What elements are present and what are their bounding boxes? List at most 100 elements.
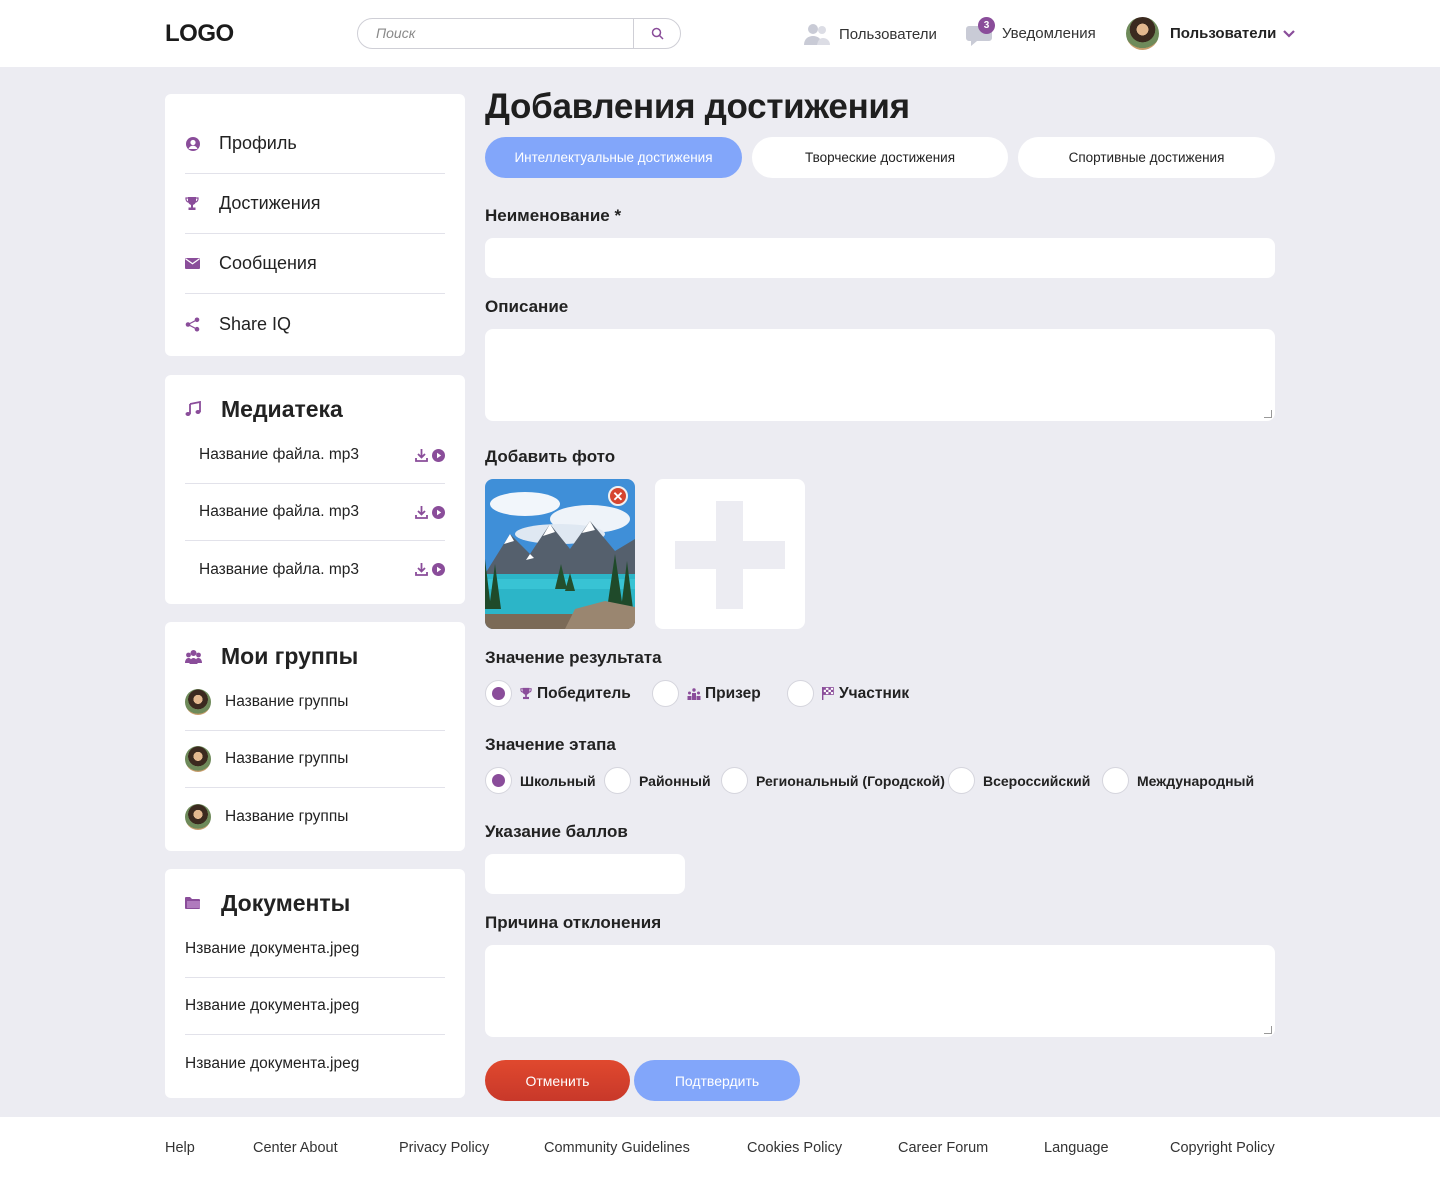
radio-label: Школьный	[520, 772, 596, 789]
confirm-button[interactable]: Подтвердить	[634, 1060, 800, 1101]
media-file-name: Название файла. mp3	[199, 560, 360, 578]
radio-circle[interactable]	[787, 680, 814, 707]
group-icon	[185, 649, 202, 664]
document-item[interactable]: Нзвание документа.jpeg	[185, 921, 445, 978]
radio-label: Участник	[839, 684, 910, 702]
document-item[interactable]: Нзвание документа.jpeg	[185, 978, 445, 1035]
nav-users-label: Пользователи	[839, 25, 937, 43]
chevron-down-icon	[1283, 29, 1296, 38]
group-name: Название группы	[225, 807, 349, 825]
remove-photo-button[interactable]: ✕	[608, 486, 628, 506]
search-icon	[651, 27, 664, 40]
radio-national[interactable]: Всероссийский	[948, 767, 1090, 794]
envelope-icon	[185, 258, 200, 269]
description-label: Описание	[485, 297, 569, 316]
download-icon[interactable]	[415, 563, 428, 576]
play-icon[interactable]	[432, 505, 445, 519]
documents-card: Документы Нзвание документа.jpeg Нзвание…	[165, 869, 465, 1098]
radio-circle[interactable]	[485, 767, 512, 794]
profile-name: Пользователи	[1170, 25, 1277, 42]
radio-label: Победитель	[537, 684, 631, 702]
reject-label: Причина отклонения	[485, 913, 662, 932]
flag-icon	[822, 687, 834, 700]
logo[interactable]: LOGO	[165, 20, 234, 48]
tab-intellectual[interactable]: Интеллектуальные достижения	[485, 137, 742, 178]
radio-prizewinner[interactable]: Призер	[652, 680, 761, 707]
tab-sports[interactable]: Спортивные достижения	[1018, 137, 1275, 178]
sidebar-item-label: Сообщения	[219, 253, 317, 273]
sidebar-item-profile[interactable]: Профиль	[185, 114, 445, 174]
radio-label: Призер	[705, 684, 761, 702]
footer-link-copyright[interactable]: Copyright Policy	[1170, 1140, 1275, 1156]
search-bar	[357, 18, 681, 49]
stage-label: Значение этапа	[485, 735, 616, 754]
name-label: Неименование *	[485, 206, 622, 225]
sidebar-item-share[interactable]: Share IQ	[185, 294, 445, 354]
play-icon[interactable]	[432, 448, 445, 462]
close-icon: ✕	[612, 488, 624, 504]
footer-link-guidelines[interactable]: Community Guidelines	[544, 1140, 690, 1156]
sidebar-item-label: Достижения	[219, 193, 321, 213]
radio-circle[interactable]	[485, 680, 512, 707]
sidebar-item-label: Профиль	[219, 133, 297, 153]
group-avatar	[185, 689, 211, 715]
name-field[interactable]	[485, 238, 1275, 278]
group-item[interactable]: Название группы	[185, 731, 445, 788]
notification-icon-wrap: 3	[966, 17, 1002, 48]
footer-link-privacy[interactable]: Privacy Policy	[399, 1140, 489, 1156]
radio-circle[interactable]	[948, 767, 975, 794]
footer-link-help[interactable]: Help	[165, 1140, 195, 1156]
group-name: Название группы	[225, 750, 349, 767]
points-field[interactable]	[485, 854, 685, 894]
footer-link-career[interactable]: Career Forum	[898, 1140, 988, 1156]
top-header: LOGO Пользователи 3 Уведомления Пользова…	[0, 0, 1440, 67]
radio-school[interactable]: Школьный	[485, 767, 596, 794]
resize-handle[interactable]	[1264, 410, 1272, 418]
media-file-name: Название файла. mp3	[199, 503, 360, 520]
nav-users[interactable]: Пользователи	[803, 20, 937, 48]
radio-participant[interactable]: Участник	[787, 680, 909, 707]
trophy-icon	[520, 687, 532, 700]
footer-link-cookies[interactable]: Cookies Policy	[747, 1140, 842, 1156]
points-label: Указание баллов	[485, 822, 628, 841]
sidebar-menu: Профиль Достижения Сообщения Share IQ	[165, 94, 465, 356]
nav-notifications[interactable]: 3 Уведомления	[966, 17, 1096, 48]
radio-winner[interactable]: Победитель	[485, 680, 631, 707]
group-avatar	[185, 746, 211, 772]
radio-international[interactable]: Международный	[1102, 767, 1254, 794]
media-title: Медиатека	[221, 395, 343, 422]
tab-creative[interactable]: Творческие достижения	[752, 137, 1008, 178]
cancel-button[interactable]: Отменить	[485, 1060, 630, 1101]
reject-reason-field[interactable]	[485, 945, 1275, 1037]
music-note-icon	[185, 401, 201, 416]
nav-notifications-label: Уведомления	[1002, 24, 1096, 42]
media-file: Название файла. mp3	[185, 427, 445, 484]
radio-circle[interactable]	[721, 767, 748, 794]
download-icon[interactable]	[415, 505, 428, 519]
footer-link-language[interactable]: Language	[1044, 1140, 1109, 1156]
sidebar-item-messages[interactable]: Сообщения	[185, 234, 445, 294]
document-item[interactable]: Нзвание документа.jpeg	[185, 1035, 445, 1092]
download-icon[interactable]	[415, 448, 428, 462]
page-title: Добавления достижения	[485, 87, 910, 126]
radio-regional[interactable]: Региональный (Городской)	[721, 767, 945, 794]
folder-icon	[185, 897, 200, 909]
play-icon[interactable]	[432, 563, 445, 576]
sidebar-item-achievements[interactable]: Достижения	[185, 174, 445, 234]
group-item[interactable]: Название группы	[185, 674, 445, 731]
media-file-name: Название файла. mp3	[199, 446, 360, 463]
search-button[interactable]	[633, 19, 680, 48]
add-photo-button[interactable]	[655, 479, 805, 629]
trophy-icon	[185, 197, 199, 210]
footer-link-center-about[interactable]: Center About	[253, 1140, 338, 1156]
group-item[interactable]: Название группы	[185, 788, 445, 845]
profile-menu[interactable]: Пользователи	[1126, 17, 1296, 50]
radio-label: Всероссийский	[983, 772, 1091, 789]
radio-circle[interactable]	[604, 767, 631, 794]
radio-circle[interactable]	[1102, 767, 1129, 794]
search-input[interactable]	[376, 25, 626, 41]
radio-district[interactable]: Районный	[604, 767, 711, 794]
description-field[interactable]	[485, 329, 1275, 421]
radio-circle[interactable]	[652, 680, 679, 707]
resize-handle[interactable]	[1264, 1026, 1272, 1034]
